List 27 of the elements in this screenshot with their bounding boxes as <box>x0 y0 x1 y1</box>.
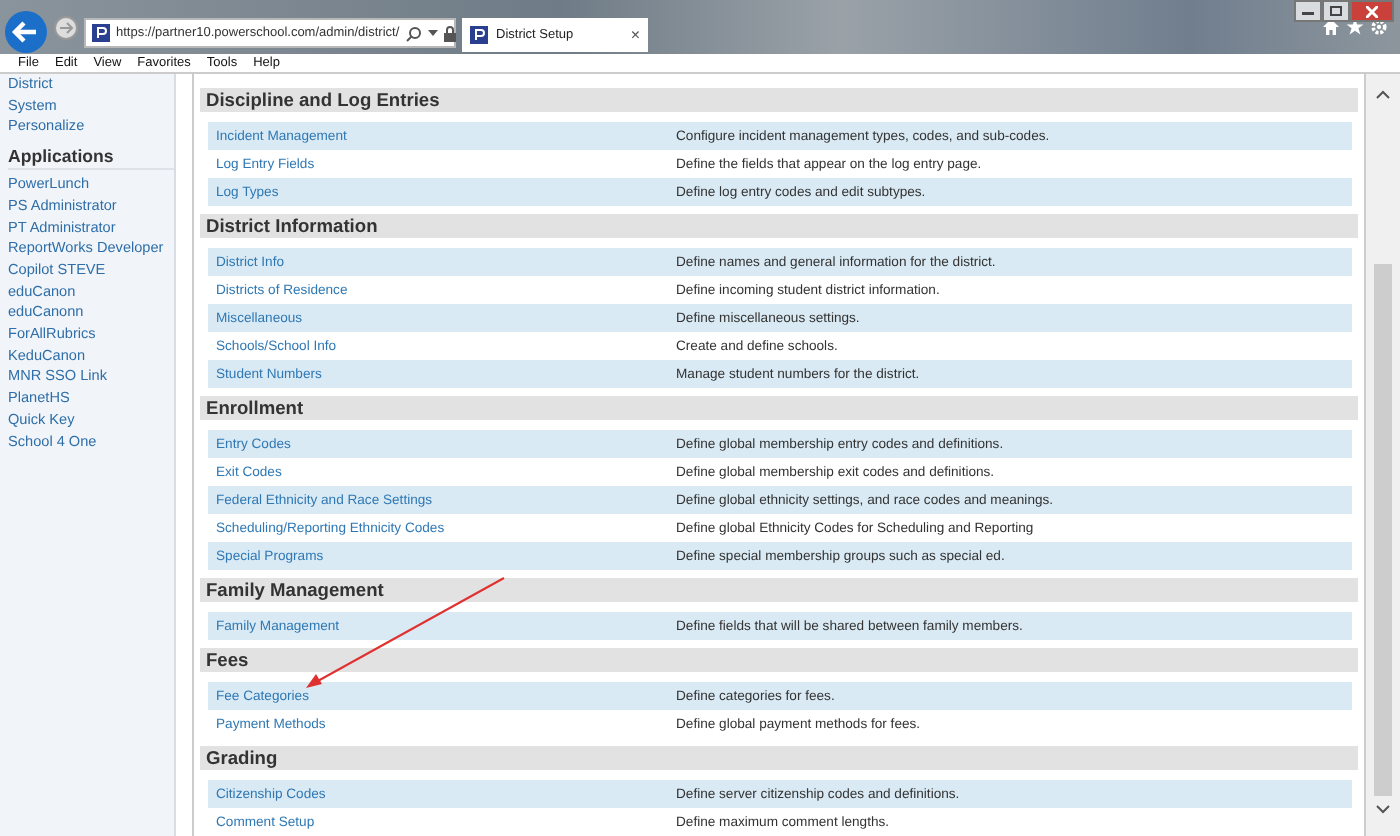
site-logo-icon <box>92 24 110 42</box>
tab-close-button[interactable]: × <box>630 25 640 43</box>
minimize-icon <box>1302 7 1314 15</box>
section-heading: Fees <box>200 648 1358 672</box>
scrollbar-thumb[interactable] <box>1374 264 1392 796</box>
section-heading: Enrollment <box>200 396 1358 420</box>
minimize-button[interactable] <box>1294 0 1322 22</box>
search-icon[interactable] <box>405 25 422 41</box>
close-icon <box>1366 5 1378 17</box>
lock-icon <box>443 25 456 41</box>
back-icon[interactable] <box>4 9 48 53</box>
sidebar-heading: Applications <box>8 146 174 171</box>
scrollbar[interactable] <box>1366 74 1400 836</box>
site-logo-icon <box>470 25 488 43</box>
home-icon[interactable] <box>1322 18 1340 36</box>
maximize-icon <box>1330 6 1342 16</box>
caret-icon[interactable] <box>427 29 438 37</box>
section-heading: Family Management <box>200 578 1358 602</box>
star-icon[interactable] <box>1346 18 1364 36</box>
section-heading: Grading <box>200 746 1358 770</box>
section-heading: Discipline and Log Entries <box>200 88 1358 112</box>
maximize-button[interactable] <box>1322 0 1350 22</box>
scroll-down-icon[interactable] <box>1376 804 1390 814</box>
scroll-up-icon[interactable] <box>1376 90 1390 100</box>
section-heading: District Information <box>200 214 1358 238</box>
close-button[interactable] <box>1350 0 1394 22</box>
settings-icon[interactable] <box>1370 18 1388 36</box>
